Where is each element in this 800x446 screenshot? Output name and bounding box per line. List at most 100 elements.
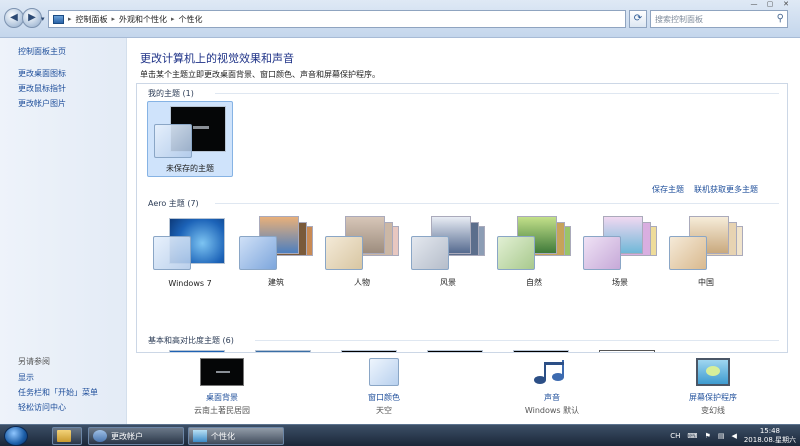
minimize-button[interactable]: — xyxy=(746,0,762,10)
section-divider xyxy=(255,340,779,341)
theme-list[interactable]: 我的主题 (1) 未保存的主题 保存主题 联机获取更多主题 Aero 主题 (7… xyxy=(136,83,788,353)
address-bar[interactable]: ▸ 控制面板 ▸ 外观和个性化 ▸ 个性化 xyxy=(48,10,626,28)
taskbar: 更改帐户 个性化 CH ⌨ ⚑ ▤ ◀ 15:48 2018.08.星期六 xyxy=(0,424,800,446)
close-button[interactable]: ✕ xyxy=(778,0,794,10)
theme-name: Windows 7 xyxy=(168,279,212,288)
ease-of-access-link[interactable]: 轻松访问中心 xyxy=(18,402,66,413)
theme-high-contrast-2[interactable] xyxy=(405,346,491,352)
see-also-heading: 另请参阅 xyxy=(18,357,50,366)
theme-high-contrast-white[interactable] xyxy=(577,346,663,352)
taskbar-explorer-button[interactable] xyxy=(52,427,82,445)
clock-date: 2018.08.星期六 xyxy=(743,436,796,444)
window-color-value: 天空 xyxy=(376,406,392,415)
theme-windows7-basic[interactable] xyxy=(147,346,233,352)
display-link[interactable]: 显示 xyxy=(18,372,34,383)
screensaver-value: 变幻线 xyxy=(701,406,725,415)
folder-icon xyxy=(57,430,71,442)
search-input[interactable]: 搜索控制面板 ⚲ xyxy=(650,10,788,28)
basic-themes-heading: 基本和高对比度主题 (6) xyxy=(148,336,234,345)
change-desktop-icons-link[interactable]: 更改桌面图标 xyxy=(18,68,66,79)
window-color-setting[interactable]: 窗口颜色 天空 xyxy=(324,358,444,416)
keyboard-icon[interactable]: ⌨ xyxy=(687,432,697,440)
system-tray: CH ⌨ ⚑ ▤ ◀ 15:48 2018.08.星期六 xyxy=(670,427,796,445)
left-navigation-pane: 控制面板主页 更改桌面图标 更改鼠标指针 更改帐户图片 另请参阅 显示 任务栏和… xyxy=(0,38,127,424)
theme-preview-image xyxy=(513,350,569,352)
taskbar-personalization-button[interactable]: 个性化 xyxy=(188,427,284,445)
breadcrumb-personalization[interactable]: 个性化 xyxy=(179,14,203,25)
sound-label[interactable]: 声音 xyxy=(492,392,612,403)
title-bar: ◀ ▶ ▾ ▸ 控制面板 ▸ 外观和个性化 ▸ 个性化 ⟳ 搜索控制面板 ⚲ — … xyxy=(0,0,800,38)
section-divider xyxy=(215,93,779,94)
breadcrumb-control-panel[interactable]: 控制面板 xyxy=(76,14,108,25)
input-language-indicator[interactable]: CH xyxy=(670,432,680,440)
flag-icon[interactable]: ⚑ xyxy=(705,432,711,440)
forward-button[interactable]: ▶ xyxy=(22,8,42,28)
theme-nature[interactable]: 自然 xyxy=(491,214,577,290)
screensaver-setting[interactable]: 屏幕保护程序 变幻线 xyxy=(653,358,773,416)
change-account-picture-link[interactable]: 更改帐户图片 xyxy=(18,98,66,109)
network-icon[interactable]: ▤ xyxy=(718,432,725,440)
section-divider xyxy=(215,203,779,204)
sound-setting[interactable]: 声音 Windows 默认 xyxy=(492,358,612,416)
screensaver-label[interactable]: 屏幕保护程序 xyxy=(653,392,773,403)
desktop-background-label[interactable]: 桌面背景 xyxy=(162,392,282,403)
refresh-icon: ⟳ xyxy=(633,13,643,24)
my-themes-heading: 我的主题 (1) xyxy=(148,89,194,98)
desktop-background-setting[interactable]: 桌面背景 云南土著民居园 xyxy=(162,358,282,416)
get-more-themes-online-link[interactable]: 联机获取更多主题 xyxy=(694,184,758,195)
volume-icon[interactable]: ◀ xyxy=(731,432,736,440)
theme-name: 场景 xyxy=(612,278,628,287)
screensaver-icon xyxy=(696,358,730,386)
theme-name: 风景 xyxy=(440,278,456,287)
screen-art-icon xyxy=(706,366,720,376)
refresh-button[interactable]: ⟳ xyxy=(629,10,647,28)
recent-pages-dropdown-icon[interactable]: ▾ xyxy=(41,15,45,23)
save-theme-link[interactable]: 保存主题 xyxy=(652,184,684,195)
breadcrumb-separator-icon[interactable]: ▸ xyxy=(112,15,116,23)
taskbar-change-account-button[interactable]: 更改帐户 xyxy=(88,427,184,445)
theme-name: 人物 xyxy=(354,278,370,287)
back-arrow-icon: ◀ xyxy=(10,12,18,23)
theme-landscapes[interactable]: 风景 xyxy=(405,214,491,290)
personalization-window: ◀ ▶ ▾ ▸ 控制面板 ▸ 外观和个性化 ▸ 个性化 ⟳ 搜索控制面板 ⚲ — … xyxy=(0,0,800,424)
search-icon[interactable]: ⚲ xyxy=(777,13,784,24)
window-color-label[interactable]: 窗口颜色 xyxy=(324,392,444,403)
breadcrumb-appearance[interactable]: 外观和个性化 xyxy=(119,14,167,25)
theme-characters[interactable]: 人物 xyxy=(319,214,405,290)
window-color-swatch xyxy=(154,124,192,158)
forward-arrow-icon: ▶ xyxy=(28,12,36,23)
taskbar-start-menu-link[interactable]: 任务栏和「开始」菜单 xyxy=(18,387,98,398)
taskbar-button-label: 更改帐户 xyxy=(111,431,143,441)
theme-windows7[interactable]: Windows 7 xyxy=(147,214,233,290)
theme-scenes[interactable]: 场景 xyxy=(577,214,663,290)
window-color-icon xyxy=(369,358,399,386)
user-accounts-icon xyxy=(93,430,107,442)
theme-preview-image xyxy=(341,350,397,352)
aero-themes-heading: Aero 主题 (7) xyxy=(148,199,199,208)
breadcrumb-separator-icon[interactable]: ▸ xyxy=(68,15,72,23)
theme-unsaved[interactable]: 未保存的主题 xyxy=(147,101,233,177)
main-content: 更改计算机上的视觉效果和声音 单击某个主题立即更改桌面背景、窗口颜色、声音和屏幕… xyxy=(128,38,800,424)
theme-architecture[interactable]: 建筑 xyxy=(233,214,319,290)
theme-preview-image xyxy=(599,350,655,352)
window-color-swatch xyxy=(411,236,449,270)
theme-preview-image xyxy=(427,350,483,352)
control-panel-home-link[interactable]: 控制面板主页 xyxy=(18,46,66,57)
change-mouse-pointers-link[interactable]: 更改鼠标指针 xyxy=(18,83,66,94)
maximize-button[interactable]: ▢ xyxy=(762,0,778,10)
desktop-background-value: 云南土著民居园 xyxy=(194,406,250,415)
search-placeholder: 搜索控制面板 xyxy=(655,15,703,24)
theme-china[interactable]: 中国 xyxy=(663,214,749,290)
theme-high-contrast-1[interactable] xyxy=(319,346,405,352)
back-button[interactable]: ◀ xyxy=(4,8,24,28)
control-panel-icon xyxy=(53,14,64,24)
theme-high-contrast-black[interactable] xyxy=(491,346,577,352)
theme-preview-image xyxy=(255,350,311,352)
window-color-swatch xyxy=(325,236,363,270)
breadcrumb-separator-icon[interactable]: ▸ xyxy=(171,15,175,23)
page-description: 单击某个主题立即更改桌面背景、窗口颜色、声音和屏幕保护程序。 xyxy=(140,70,380,79)
start-button[interactable] xyxy=(4,426,28,446)
clock[interactable]: 15:48 2018.08.星期六 xyxy=(744,427,796,445)
theme-windows-classic[interactable] xyxy=(233,346,319,352)
theme-name: 建筑 xyxy=(268,278,284,287)
